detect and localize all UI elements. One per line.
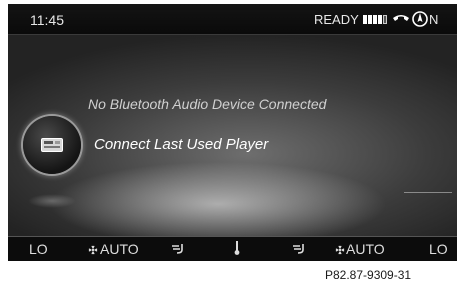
climate-bar: LO AUTO AUTO LO xyxy=(8,236,457,261)
knob-reflection xyxy=(28,194,76,208)
phone-icon xyxy=(393,15,409,21)
figure: 11:45 READY N No Bluetooth Audio Device … xyxy=(0,0,457,288)
connect-last-player-button[interactable]: Connect Last Used Player xyxy=(94,136,268,153)
head-unit-screen: 11:45 READY N No Bluetooth Audio Device … xyxy=(8,4,457,236)
bluetooth-device-icon xyxy=(41,138,63,152)
heading-letter: N xyxy=(429,12,439,27)
fan-icon xyxy=(88,245,98,255)
divider-line xyxy=(404,192,452,193)
right-fan-auto[interactable]: AUTO xyxy=(346,241,385,257)
airflow-icon[interactable] xyxy=(170,243,186,255)
thermometer-icon xyxy=(234,241,240,255)
left-temperature[interactable]: LO xyxy=(29,241,48,257)
clock: 11:45 xyxy=(30,12,64,28)
right-temperature[interactable]: LO xyxy=(429,241,448,257)
airflow-icon[interactable] xyxy=(291,243,307,255)
ready-indicator: READY xyxy=(314,12,359,27)
left-fan-auto[interactable]: AUTO xyxy=(100,241,139,257)
fan-icon xyxy=(335,245,345,255)
compass-icon xyxy=(412,11,428,27)
status-bar: 11:45 READY N xyxy=(8,4,457,35)
controller-knob[interactable] xyxy=(23,116,81,174)
signal-bars-icon xyxy=(363,15,387,24)
status-message: No Bluetooth Audio Device Connected xyxy=(88,96,327,112)
figure-reference: P82.87-9309-31 xyxy=(325,268,412,282)
